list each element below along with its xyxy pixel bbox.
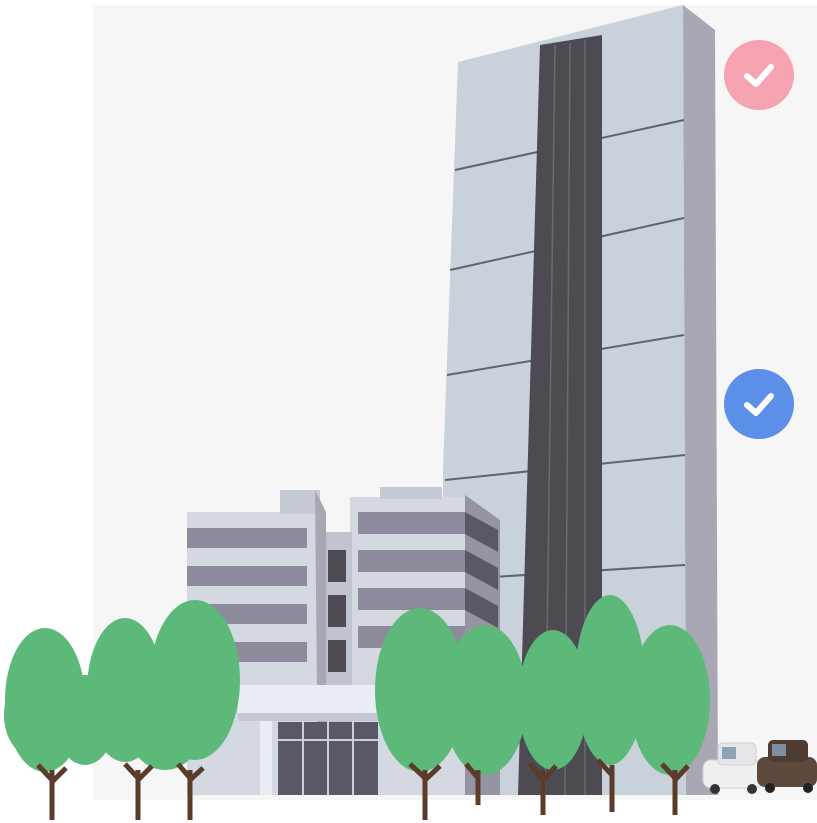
blue-check-badge[interactable]	[724, 369, 794, 439]
brown-car	[757, 740, 817, 793]
check-icon	[744, 393, 774, 416]
trunks-left	[36, 762, 205, 820]
check-icon	[744, 64, 774, 87]
trees-left	[4, 600, 240, 772]
building-illustration	[4, 5, 817, 820]
pink-check-badge[interactable]	[724, 40, 794, 110]
entrance-canopy	[238, 685, 378, 715]
